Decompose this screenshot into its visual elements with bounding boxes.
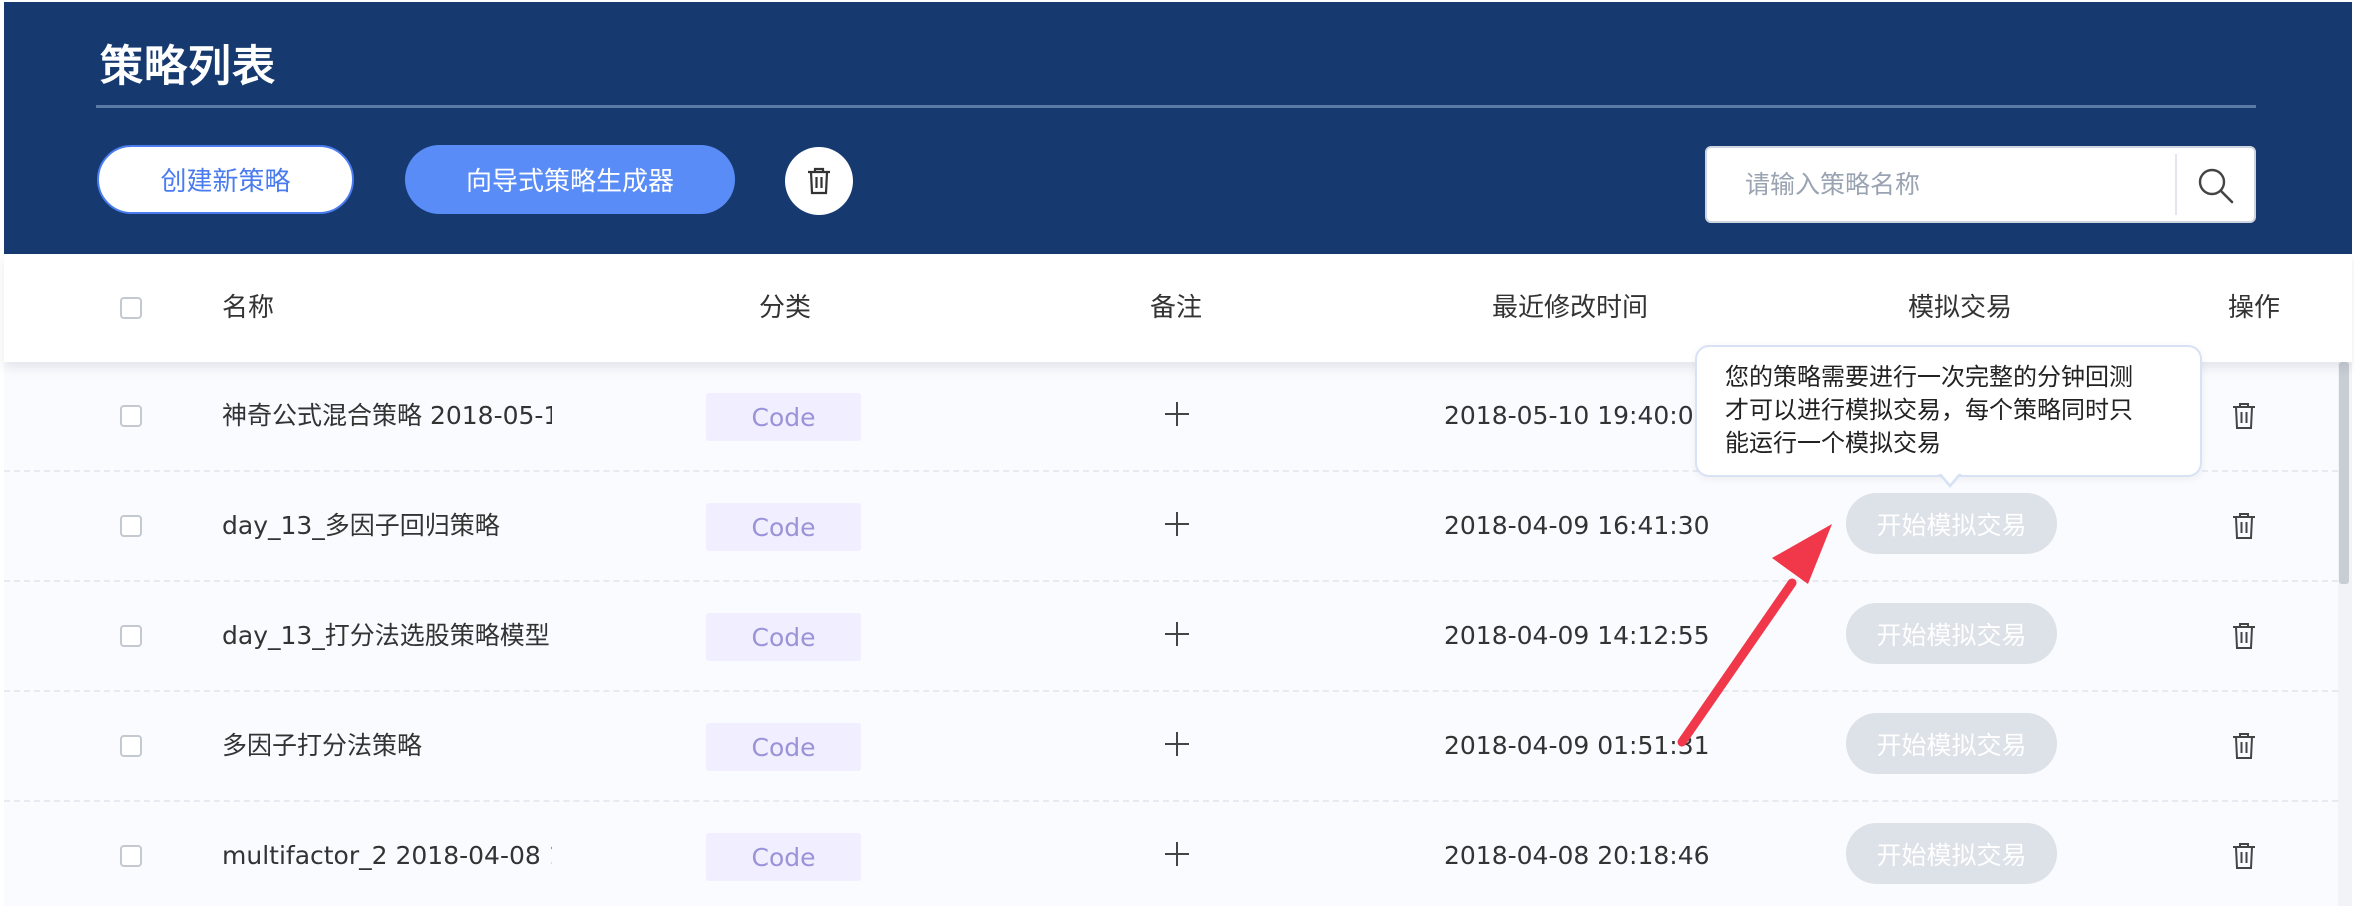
category-tag: Code (706, 503, 861, 551)
row-checkbox[interactable] (120, 405, 142, 427)
plus-icon[interactable] (1163, 840, 1191, 868)
row-checkbox[interactable] (120, 515, 142, 537)
column-header-category: 分类 (759, 293, 812, 323)
modified-time: 2018-04-08 20:18:46 (1444, 841, 1710, 870)
trash-icon[interactable] (2230, 401, 2258, 431)
scrollbar-thumb[interactable] (2339, 362, 2349, 584)
start-sim-trade-button[interactable]: 开始模拟交易 (1846, 603, 2057, 664)
plus-icon[interactable] (1163, 400, 1191, 428)
search-input[interactable] (1709, 150, 2149, 219)
category-tag: Code (706, 833, 861, 881)
title-divider (96, 105, 2256, 108)
column-header-note: 备注 (1150, 293, 1203, 323)
tooltip-arrow-inner (1940, 472, 1960, 484)
row-checkbox[interactable] (120, 625, 142, 647)
trash-icon[interactable] (2230, 841, 2258, 871)
modified-time: 2018-04-09 16:41:30 (1444, 511, 1710, 540)
modified-time: 2018-04-09 14:12:55 (1444, 621, 1710, 650)
column-header-action: 操作 (2228, 293, 2281, 323)
select-all-checkbox[interactable] (120, 297, 142, 319)
trash-icon[interactable] (2230, 731, 2258, 761)
create-strategy-button[interactable]: 创建新策略 (97, 145, 354, 214)
tooltip-line: 您的策略需要进行一次完整的分钟回测 (1725, 363, 2133, 391)
row-checkbox[interactable] (120, 735, 142, 757)
bulk-delete-button[interactable] (785, 147, 853, 215)
plus-icon[interactable] (1163, 730, 1191, 758)
tooltip-line: 才可以进行模拟交易，每个策略同时只 (1725, 396, 2133, 424)
table-row: multifactor_2 2018-04-08 19 Code 2018-04… (4, 802, 2338, 906)
wizard-strategy-button[interactable]: 向导式策略生成器 (405, 145, 735, 214)
category-tag: Code (706, 723, 861, 771)
plus-icon[interactable] (1163, 620, 1191, 648)
search-icon (2198, 168, 2233, 203)
table-row: day_13_多因子回归策略 Code 2018-04-09 16:41:30 … (4, 472, 2338, 582)
strategy-name[interactable]: 神奇公式混合策略 2018-05-1 (222, 362, 552, 470)
search-button[interactable] (2177, 152, 2252, 217)
strategy-name[interactable]: day_13_多因子回归策略 (222, 472, 552, 580)
trash-icon (808, 167, 830, 195)
page-title: 策略列表 (100, 42, 276, 92)
trash-icon[interactable] (2230, 621, 2258, 651)
start-sim-trade-button[interactable]: 开始模拟交易 (1846, 493, 2057, 554)
category-tag: Code (706, 613, 861, 661)
plus-icon[interactable] (1163, 510, 1191, 538)
tooltip-line: 能运行一个模拟交易 (1725, 429, 1941, 457)
table-row: 多因子打分法策略 Code 2018-04-09 01:51:31 开始模拟交易 (4, 692, 2338, 802)
modified-time: 2018-04-09 01:51:31 (1444, 731, 1710, 760)
trash-icon[interactable] (2230, 511, 2258, 541)
column-header-modified: 最近修改时间 (1492, 293, 1649, 323)
strategy-list-page: 策略列表 创建新策略 向导式策略生成器 名称 分类 备注 最近修改时间 模拟交易… (0, 0, 2354, 906)
column-header-name: 名称 (222, 293, 275, 323)
row-checkbox[interactable] (120, 845, 142, 867)
table-row: day_13_打分法选股策略模型 Code 2018-04-09 14:12:5… (4, 582, 2338, 692)
strategy-name[interactable]: multifactor_2 2018-04-08 19 (222, 802, 552, 906)
strategy-name[interactable]: 多因子打分法策略 (222, 692, 552, 800)
start-sim-trade-button[interactable]: 开始模拟交易 (1846, 713, 2057, 774)
start-sim-trade-button[interactable]: 开始模拟交易 (1846, 823, 2057, 884)
search-box (1705, 146, 2256, 223)
category-tag: Code (706, 393, 861, 441)
modified-time: 2018-05-10 19:40:01 (1444, 401, 1710, 430)
sim-trade-tooltip: 您的策略需要进行一次完整的分钟回测 才可以进行模拟交易，每个策略同时只 能运行一… (1695, 345, 2202, 477)
strategy-name[interactable]: day_13_打分法选股策略模型 (222, 582, 552, 690)
